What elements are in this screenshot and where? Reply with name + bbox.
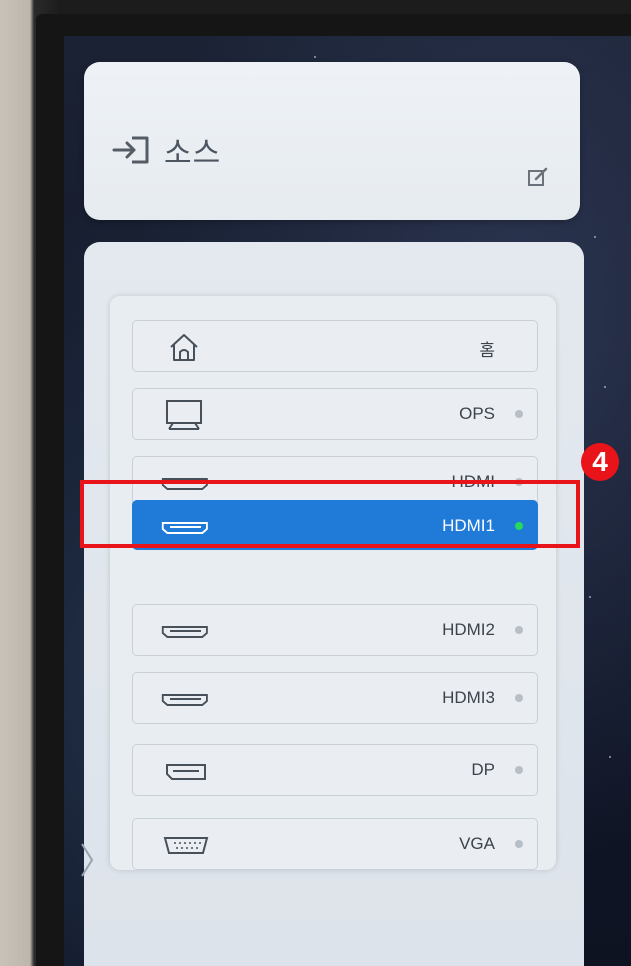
edit-icon[interactable] — [527, 166, 549, 188]
hdmi-port-icon — [161, 626, 208, 638]
displayport-icon — [166, 764, 206, 780]
status-dot — [515, 626, 523, 634]
source-label: DP — [471, 760, 495, 779]
step-number-badge: 4 — [581, 443, 619, 481]
source-item-ops[interactable]: OPS — [132, 388, 538, 440]
chevron-right-icon[interactable] — [78, 840, 96, 880]
source-item-hdmi3[interactable]: HDMI3 — [132, 672, 538, 724]
status-dot — [515, 840, 523, 848]
status-dot — [515, 410, 523, 418]
status-dot — [515, 766, 523, 774]
annotation-highlight-box — [80, 480, 580, 548]
vga-port-icon — [163, 837, 209, 854]
source-item-hdmi2[interactable]: HDMI2 — [132, 604, 538, 656]
source-label: 홈 — [479, 341, 495, 360]
source-label: HDMI2 — [442, 620, 495, 639]
source-header-card — [84, 62, 580, 220]
source-item-dp[interactable]: DP — [132, 744, 538, 796]
source-label: HDMI3 — [442, 688, 495, 707]
status-dot — [515, 694, 523, 702]
hdmi-port-icon — [161, 694, 208, 706]
input-source-icon — [112, 136, 149, 164]
source-item-home[interactable]: 홈 — [132, 320, 538, 372]
source-label: VGA — [459, 834, 495, 853]
monitor-icon — [166, 400, 202, 430]
source-label: OPS — [459, 404, 495, 423]
source-item-vga[interactable]: VGA — [132, 818, 538, 870]
home-icon — [170, 334, 198, 361]
source-title: 소스 — [164, 136, 222, 171]
